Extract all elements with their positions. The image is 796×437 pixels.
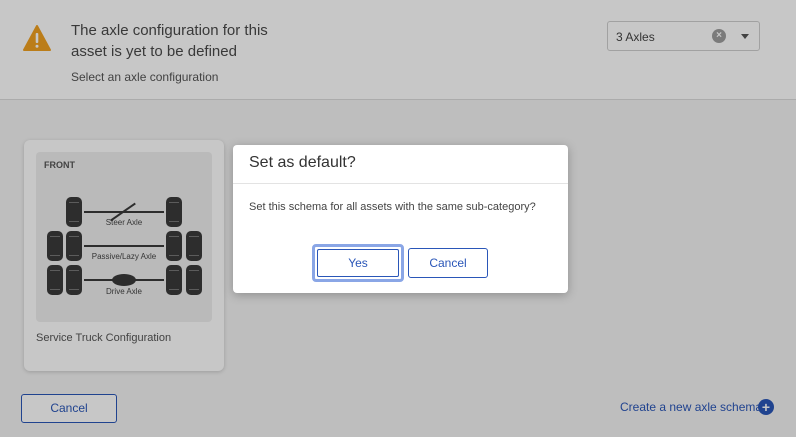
dialog-divider [233,183,568,184]
set-default-dialog: Set as default? Set this schema for all … [233,145,568,293]
yes-button-label: Yes [317,249,399,277]
yes-button[interactable]: Yes [312,244,404,282]
dialog-message: Set this schema for all assets with the … [249,201,536,213]
dialog-cancel-button[interactable]: Cancel [408,248,488,278]
dialog-title: Set as default? [249,154,356,171]
